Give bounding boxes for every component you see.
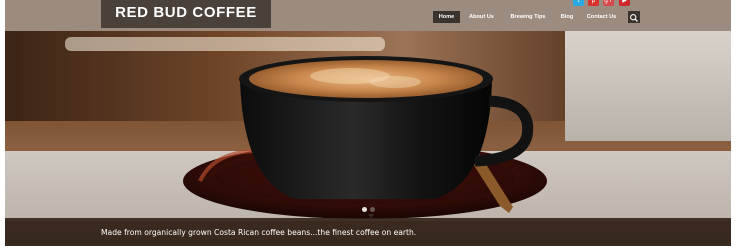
- slider-dot-1[interactable]: [362, 207, 367, 212]
- scroll-down-arrow-icon[interactable]: [368, 214, 374, 218]
- nav-about-us[interactable]: About Us: [465, 11, 498, 23]
- search-button[interactable]: [628, 11, 640, 23]
- pinterest-icon[interactable]: p: [588, 0, 599, 6]
- logo[interactable]: RED BUD COFFEE: [101, 0, 271, 28]
- twitter-icon[interactable]: t: [573, 0, 584, 6]
- youtube-icon[interactable]: ▶: [619, 0, 630, 6]
- nav-brewing-tips[interactable]: Brewing Tips: [504, 11, 552, 23]
- nav-home[interactable]: Home: [433, 11, 460, 23]
- site-title[interactable]: RED BUD COFFEE: [101, 4, 271, 21]
- site-header: RED BUD COFFEE t p g+ ▶ Home About Us Br…: [5, 0, 731, 31]
- google-plus-icon[interactable]: g+: [603, 0, 614, 6]
- hero-caption: Made from organically grown Costa Rican …: [101, 228, 417, 237]
- page-frame: RED BUD COFFEE t p g+ ▶ Home About Us Br…: [5, 0, 731, 246]
- hero-caption-bar: Made from organically grown Costa Rican …: [5, 218, 731, 246]
- nav-blog[interactable]: Blog: [557, 11, 577, 23]
- nav-contact-us[interactable]: Contact Us: [582, 11, 621, 23]
- slider-dot-2[interactable]: [370, 207, 375, 212]
- search-icon: [630, 14, 638, 22]
